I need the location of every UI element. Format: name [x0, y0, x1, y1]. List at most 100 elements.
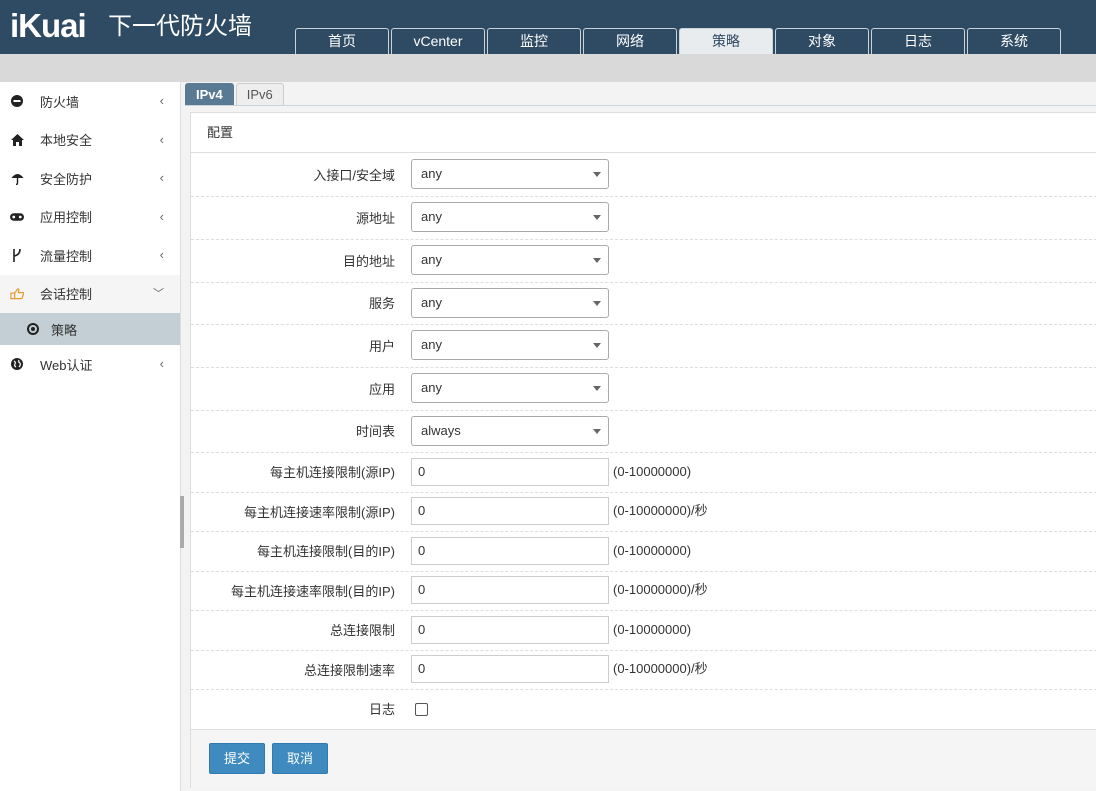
chevron-down-icon: ﹀	[153, 287, 164, 300]
form-row-schedule: 时间表 always	[191, 411, 1096, 453]
range-hint: (0-10000000)	[613, 622, 692, 637]
chevron-left-icon: ‹	[159, 93, 164, 108]
app-select[interactable]: any	[411, 373, 609, 403]
caret-down-icon	[593, 429, 601, 434]
panel-footer: 提交 取消	[191, 729, 1096, 788]
chevron-left-icon: ‹	[159, 208, 164, 224]
dot-circle-icon	[27, 323, 39, 335]
product-title: 下一代防火墙	[108, 13, 252, 40]
chevron-left-icon: ‹	[159, 247, 164, 262]
form-row-total-rate: 总连接限制速率 0 (0-10000000)/秒	[191, 651, 1096, 690]
chevron-left-icon: ‹	[159, 170, 164, 185]
form-row-dst-addr: 目的地址 any	[191, 240, 1096, 283]
ingress-select[interactable]: any	[411, 159, 609, 189]
range-hint: (0-10000000)/秒	[613, 661, 708, 676]
field-label: 日志	[368, 702, 395, 717]
caret-down-icon	[593, 215, 601, 220]
field-label: 时间表	[355, 424, 395, 439]
tab-divider	[185, 105, 1096, 106]
sidebar-item-label: 流量控制	[40, 248, 93, 264]
sidebar-subitem-label: 策略	[51, 322, 78, 338]
field-label: 每主机连接速率限制(目的IP)	[231, 584, 395, 599]
schedule-select[interactable]: always	[411, 416, 609, 446]
nav-tab-monitor[interactable]: 监控	[487, 28, 581, 54]
range-hint: (0-10000000)	[613, 543, 692, 558]
total-limit-input[interactable]: 0	[411, 616, 609, 644]
form-row-ingress: 入接口/安全域 any	[191, 154, 1096, 197]
sidebar-item-local-security[interactable]: 本地安全 ‹	[0, 121, 180, 160]
nav-tab-logs[interactable]: 日志	[871, 28, 965, 54]
minus-circle-icon	[10, 94, 24, 108]
nav-tab-objects[interactable]: 对象	[775, 28, 869, 54]
nav-tab-system[interactable]: 系统	[967, 28, 1061, 54]
field-label: 每主机连接限制(源IP)	[270, 465, 395, 480]
caret-down-icon	[593, 343, 601, 348]
caret-down-icon	[593, 258, 601, 263]
field-label: 目的地址	[342, 254, 395, 269]
user-select[interactable]: any	[411, 330, 609, 360]
range-hint: (0-10000000)/秒	[613, 582, 708, 597]
form-row-src-addr: 源地址 any	[191, 197, 1096, 240]
nav-tab-home[interactable]: 首页	[295, 28, 389, 54]
dst-addr-select[interactable]: any	[411, 245, 609, 275]
rate-limit-dst-input[interactable]: 0	[411, 576, 609, 604]
field-label: 总连接限制	[329, 623, 395, 638]
form-row-conn-limit-dst: 每主机连接限制(目的IP) 0 (0-10000000)	[191, 532, 1096, 572]
sidebar-subitem-policy[interactable]: 策略	[0, 313, 180, 345]
sidebar-item-session-control[interactable]: 会话控制 ﹀	[0, 274, 180, 313]
nav-tab-vcenter[interactable]: vCenter	[391, 28, 485, 54]
caret-down-icon	[593, 301, 601, 306]
field-label: 每主机连接限制(目的IP)	[257, 544, 395, 559]
total-rate-input[interactable]: 0	[411, 655, 609, 683]
service-select[interactable]: any	[411, 288, 609, 318]
globe-icon	[10, 357, 24, 371]
sidebar-item-app-control[interactable]: 应用控制 ‹	[0, 198, 180, 237]
form-row-app: 应用 any	[191, 368, 1096, 411]
cancel-button[interactable]: 取消	[272, 743, 329, 774]
sidebar-item-label: 应用控制	[40, 210, 93, 226]
hand-pointer-icon	[10, 287, 24, 301]
range-hint: (0-10000000)/秒	[613, 503, 708, 518]
sidebar-resize-handle[interactable]	[180, 496, 184, 548]
tab-ipv6[interactable]: IPv6	[235, 83, 284, 105]
conn-limit-src-input[interactable]: 0	[411, 458, 609, 486]
config-panel: 配置 入接口/安全域 any 源地址 any 目的地址 any 服务 any 用…	[190, 112, 1096, 788]
range-hint: (0-10000000)	[613, 464, 692, 479]
caret-down-icon	[593, 172, 601, 177]
field-label: 用户	[368, 339, 395, 354]
umbrella-icon	[10, 171, 24, 185]
field-label: 源地址	[355, 211, 395, 226]
ikuai-logo: iKuai	[10, 7, 87, 44]
top-header: iKuai 下一代防火墙 首页 vCenter 监控 网络 策略 对象 日志 系…	[0, 0, 1096, 54]
sub-header-bar	[0, 54, 1096, 82]
branch-icon	[10, 248, 24, 262]
log-checkbox[interactable]	[415, 703, 428, 716]
tab-ipv4[interactable]: IPv4	[185, 83, 234, 105]
sidebar-item-label: 防火墙	[40, 94, 80, 110]
field-label: 总连接限制速率	[303, 663, 395, 678]
chevron-left-icon: ‹	[159, 131, 164, 147]
chevron-left-icon: ‹	[159, 356, 164, 371]
gamepad-icon	[10, 210, 24, 224]
sidebar-item-traffic-control[interactable]: 流量控制 ‹	[0, 236, 180, 275]
form-row-total-limit: 总连接限制 0 (0-10000000)	[191, 611, 1096, 651]
sidebar-item-label: 安全防护	[40, 171, 93, 187]
field-label: 服务	[368, 296, 395, 311]
caret-down-icon	[593, 386, 601, 391]
field-label: 应用	[368, 382, 395, 397]
nav-tab-policy[interactable]: 策略	[679, 28, 773, 54]
form-row-log: 日志	[191, 690, 1096, 729]
conn-limit-dst-input[interactable]: 0	[411, 537, 609, 565]
src-addr-select[interactable]: any	[411, 202, 609, 232]
home-icon	[10, 133, 24, 147]
sidebar-item-label: 会话控制	[40, 287, 93, 303]
nav-tab-network[interactable]: 网络	[583, 28, 677, 54]
sidebar: 防火墙 ‹ 本地安全 ‹ 安全防护 ‹ 应用控制 ‹ 流量控制 ‹ 会话控制 ﹀	[0, 82, 181, 791]
submit-button[interactable]: 提交	[209, 743, 266, 774]
sidebar-item-firewall[interactable]: 防火墙 ‹	[0, 82, 180, 121]
sidebar-item-protection[interactable]: 安全防护 ‹	[0, 159, 180, 198]
rate-limit-src-input[interactable]: 0	[411, 497, 609, 525]
sidebar-item-label: 本地安全	[40, 133, 93, 149]
sidebar-item-web-auth[interactable]: Web认证 ‹	[0, 345, 180, 384]
form-row-rate-limit-dst: 每主机连接速率限制(目的IP) 0 (0-10000000)/秒	[191, 572, 1096, 611]
